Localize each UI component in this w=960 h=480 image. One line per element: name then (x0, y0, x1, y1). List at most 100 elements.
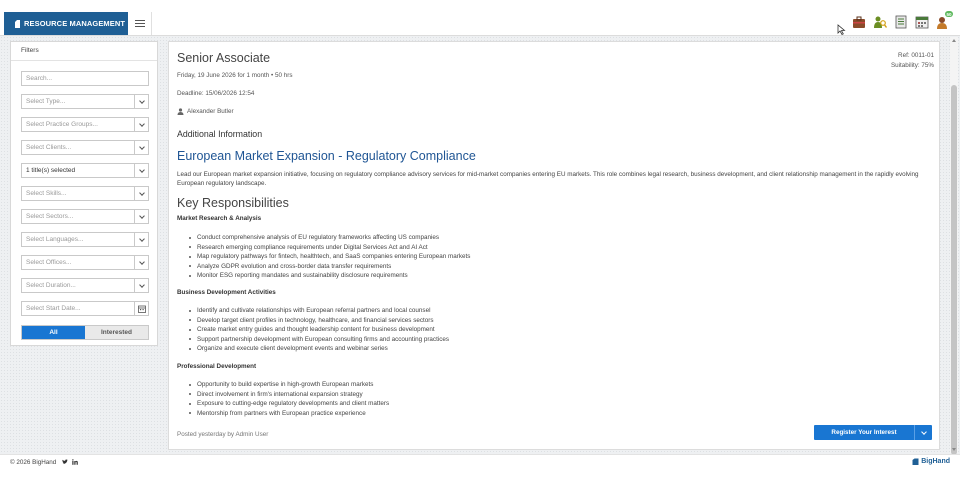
job-ref: Ref: 0011-01 (898, 52, 934, 59)
user-notification-icon[interactable]: 50 (936, 11, 953, 29)
toggle-all-button[interactable]: All (22, 326, 85, 339)
linkedin-icon[interactable] (72, 459, 78, 465)
list-item: Research emerging compliance requirement… (188, 243, 470, 253)
chevron-down-icon[interactable] (134, 95, 148, 108)
contact-name: Alexander Butler (187, 108, 234, 115)
mouse-cursor-icon (837, 24, 846, 35)
list-item: Monitor ESG reporting mandates and susta… (188, 271, 470, 281)
duration-select-value: Select Duration... (26, 282, 76, 289)
list-item: Organize and execute client development … (188, 344, 449, 354)
list-item: Mentorship from partners with European p… (188, 409, 389, 419)
posted-info: Posted yesterday by Admin User (177, 431, 269, 438)
clients-select-value: Select Clients... (26, 144, 72, 151)
responsibility-list: Identify and cultivate relationships wit… (188, 306, 450, 354)
chevron-down-icon[interactable] (134, 164, 148, 177)
register-interest-button[interactable]: Register Your Interest (814, 425, 932, 440)
list-item: Conduct comprehensive analysis of EU reg… (188, 233, 470, 243)
titles-select[interactable]: 1 title(s) selected (21, 163, 149, 178)
duration-select[interactable]: Select Duration... (21, 278, 149, 293)
job-ref-info: Ref: 0011-01 Suitability: 75% (891, 51, 934, 70)
briefcase-icon[interactable] (852, 15, 866, 29)
start-date-input[interactable]: Select Start Date... (21, 301, 149, 316)
chevron-down-icon[interactable] (914, 425, 932, 440)
bighand-brand-text: BigHand (921, 458, 950, 465)
filters-title: Filters (21, 47, 39, 54)
top-bar: RESOURCE MANAGEMENT 50 (0, 0, 960, 36)
languages-select[interactable]: Select Languages... (21, 232, 149, 247)
list-item: Create market entry guides and thought l… (188, 325, 449, 335)
section-heading: Market Research & Analysis (177, 215, 262, 222)
section-heading: Business Development Activities (177, 289, 276, 296)
clients-select[interactable]: Select Clients... (21, 140, 149, 155)
menu-toggle-button[interactable] (129, 12, 152, 35)
practice-groups-select[interactable]: Select Practice Groups... (21, 117, 149, 132)
page-scrollbar[interactable] (950, 37, 958, 455)
chevron-down-icon[interactable] (134, 279, 148, 292)
responsibility-list: Conduct comprehensive analysis of EU reg… (188, 233, 471, 281)
sectors-select[interactable]: Select Sectors... (21, 209, 149, 224)
calendar-icon[interactable] (134, 302, 148, 315)
brand-logo-icon (15, 19, 20, 28)
notification-badge: 50 (944, 11, 953, 17)
job-title: Senior Associate (177, 51, 271, 65)
sectors-select-value: Select Sectors... (26, 213, 74, 220)
chevron-down-icon[interactable] (134, 210, 148, 223)
job-suitability: Suitability: 75% (890, 61, 934, 69)
twitter-icon[interactable] (62, 459, 68, 465)
additional-info-heading: Additional Information (177, 129, 263, 139)
chevron-down-icon[interactable] (134, 141, 148, 154)
project-description: Lead our European market expansion initi… (177, 171, 919, 187)
start-date-placeholder: Select Start Date... (26, 305, 81, 312)
job-contact[interactable]: Alexander Butler (177, 108, 234, 115)
job-deadline: Deadline: 15/06/2026 12:54 (177, 90, 255, 97)
scroll-down-icon[interactable] (952, 448, 956, 451)
scroll-up-icon[interactable] (952, 39, 956, 42)
chevron-down-icon[interactable] (134, 233, 148, 246)
person-icon (177, 108, 184, 115)
hamburger-icon (135, 20, 145, 27)
chevron-down-icon[interactable] (134, 256, 148, 269)
scrollbar-thumb[interactable] (951, 85, 957, 455)
footer: © 2026 BigHand BigHand (0, 454, 960, 470)
type-select[interactable]: Select Type... (21, 94, 149, 109)
skills-select-value: Select Skills... (26, 190, 67, 197)
offices-select-value: Select Offices... (26, 259, 72, 266)
register-interest-label: Register Your Interest (831, 429, 897, 436)
type-select-value: Select Type... (26, 98, 66, 105)
toggle-interested-button[interactable]: Interested (85, 326, 148, 339)
languages-select-value: Select Languages... (26, 236, 84, 243)
divider (11, 60, 157, 61)
responsibility-list: Opportunity to build expertise in high-g… (188, 380, 390, 419)
project-title: European Market Expansion - Regulatory C… (177, 149, 476, 163)
app-title: RESOURCE MANAGEMENT (24, 19, 126, 28)
chevron-down-icon[interactable] (134, 118, 148, 131)
list-item: Direct involvement in firm's internation… (188, 390, 389, 400)
list-item: Identify and cultivate relationships wit… (188, 306, 449, 316)
interest-filter-toggle: All Interested (21, 325, 149, 340)
skills-select[interactable]: Select Skills... (21, 186, 149, 201)
list-item: Map regulatory pathways for fintech, hea… (188, 253, 471, 260)
building-list-icon[interactable] (894, 15, 908, 29)
titles-select-value: 1 title(s) selected (26, 167, 76, 174)
practice-groups-select-value: Select Practice Groups... (26, 121, 98, 128)
responsibilities-heading: Key Responsibilities (177, 196, 289, 210)
section-heading: Professional Development (177, 363, 257, 370)
user-search-icon[interactable] (873, 15, 887, 29)
list-item: Opportunity to build expertise in high-g… (188, 380, 389, 390)
social-links (62, 459, 78, 465)
chevron-down-icon[interactable] (134, 187, 148, 200)
bighand-logo-icon (912, 458, 919, 465)
list-item: Develop target client profiles in techno… (188, 316, 449, 326)
calendar-grid-icon[interactable] (915, 15, 929, 29)
job-schedule: Friday, 19 June 2026 for 1 month • 50 hr… (177, 72, 293, 79)
filters-panel: Filters Search... Select Type... Select … (10, 41, 158, 346)
copyright: © 2026 BigHand (10, 459, 57, 466)
list-item: Analyze GDPR evolution and cross-border … (188, 262, 470, 272)
search-input[interactable]: Search... (21, 71, 149, 86)
app-brand[interactable]: RESOURCE MANAGEMENT (4, 12, 128, 35)
offices-select[interactable]: Select Offices... (21, 255, 149, 270)
user-icon (937, 17, 947, 29)
bighand-logo[interactable]: BigHand (912, 458, 950, 465)
list-item: Exposure to cutting-edge regulatory deve… (188, 400, 390, 407)
list-item: Support partnership development with Eur… (188, 335, 450, 343)
